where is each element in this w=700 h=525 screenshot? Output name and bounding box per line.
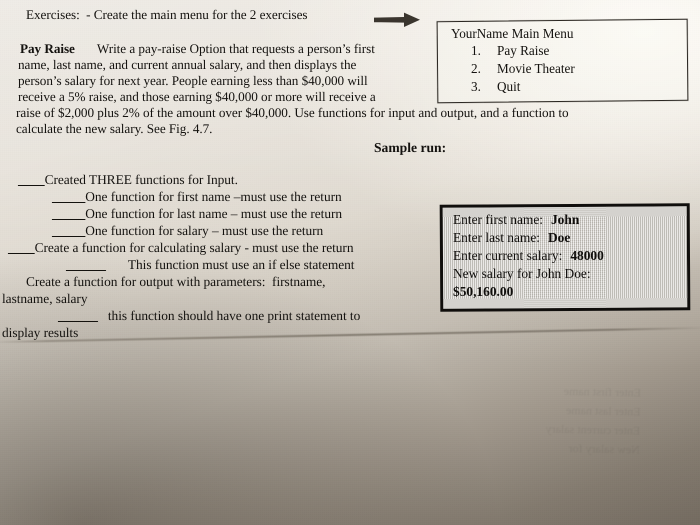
main-menu-label-2: Movie Theater: [497, 61, 575, 76]
pay-raise-line-1: name, last name, and current annual sala…: [18, 57, 357, 72]
main-menu-number-2: 2.: [471, 61, 481, 76]
sample-line-last-name: Enter last name: Doe: [453, 230, 570, 246]
checklist-item-4: ____Create a function for calculating sa…: [8, 240, 354, 256]
checklist-blank-1: _____: [52, 189, 86, 204]
main-menu-item-movie-theater: 2. Movie Theater: [471, 61, 575, 77]
sample-value-current-salary: 48000: [570, 248, 604, 263]
checklist-blank-2: _____: [52, 206, 86, 221]
checklist-item-0: ____Created THREE functions for Input.: [18, 172, 238, 188]
main-menu-title: YourName Main Menu: [451, 26, 574, 41]
pay-raise-heading-line: Pay Raise Write a pay-raise Option that r…: [20, 41, 375, 57]
checklist-text-2: One function for last name – must use th…: [85, 206, 343, 221]
main-menu-label-1: Pay Raise: [497, 43, 550, 58]
checklist-item-8: ______ this function should have one prin…: [58, 308, 360, 324]
page-content: Exercises: - Create the main menu for th…: [0, 0, 700, 525]
checklist-text-1: One function for first name –must use th…: [85, 189, 342, 204]
checklist-text-8: this function should have one print stat…: [107, 308, 361, 323]
checklist-item-2: _____One function for last name – must u…: [52, 206, 342, 222]
checklist-item-1: _____One function for first name –must u…: [52, 189, 342, 205]
pay-raise-line-2: person’s salary for next year. People ea…: [18, 73, 368, 88]
checklist-item-9: display results: [2, 325, 79, 340]
checklist-item-3: _____One function for salary – must use …: [52, 223, 323, 239]
sample-line-new-salary-label: New salary for John Doe:: [453, 266, 591, 281]
checklist-text-0: Created THREE functions for Input.: [44, 172, 238, 187]
main-menu-box: YourName Main Menu 1. Pay Raise 2. Movie T…: [436, 18, 689, 104]
sample-value-first-name: John: [550, 212, 580, 227]
sample-label-current-salary: Enter current salary:: [453, 248, 563, 263]
pay-raise-line-4: raise of $2,000 plus 2% of the amount ov…: [16, 105, 569, 120]
exercises-line: Exercises: - Create the main menu for th…: [26, 7, 308, 22]
scanned-page: Enter first name Enter last name Enter c…: [0, 0, 700, 525]
checklist-item-5: ______ This function must use an if else …: [66, 257, 354, 273]
main-menu-number-3: 3.: [471, 79, 481, 94]
checklist-blank-0: ____: [18, 172, 45, 187]
pay-raise-line-0: Write a pay-raise Option that requests a…: [96, 41, 375, 56]
checklist-item-6: Create a function for output with parame…: [26, 274, 326, 289]
main-menu-number-1: 1.: [471, 43, 481, 58]
sample-label-last-name: Enter last name:: [453, 230, 541, 245]
sample-line-first-name: Enter first name: John: [453, 212, 579, 228]
main-menu-item-pay-raise: 1. Pay Raise: [471, 43, 549, 59]
sample-value-new-salary: $50,160.00: [453, 284, 514, 299]
sample-run-box: Enter first name: John Enter last name: Do…: [439, 203, 691, 312]
pay-raise-heading: Pay Raise: [20, 41, 75, 56]
checklist-text-3: One function for salary – must use the r…: [85, 223, 324, 238]
sample-run-box-inner: Enter first name: John Enter last name: Do…: [443, 207, 687, 308]
checklist-blank-4: ____: [8, 240, 35, 255]
checklist-blank-5: ______: [66, 257, 106, 272]
checklist-blank-8: ______: [58, 308, 98, 323]
sample-run-label: Sample run:: [374, 140, 447, 155]
checklist-text-5: This function must use an if else statem…: [127, 257, 355, 272]
sample-value-last-name: Doe: [548, 230, 571, 245]
sample-line-current-salary: Enter current salary: 48000: [453, 248, 604, 264]
pay-raise-line-5: calculate the new salary. See Fig. 4.7.: [16, 121, 213, 136]
main-menu-label-3: Quit: [497, 79, 521, 94]
checklist-blank-3: _____: [52, 223, 86, 238]
checklist-text-4: Create a function for calculating salary…: [34, 240, 354, 255]
pay-raise-line-3: receive a 5% raise, and those earning $4…: [18, 89, 376, 104]
main-menu-item-quit: 3. Quit: [471, 79, 520, 95]
main-menu-box-inner: YourName Main Menu 1. Pay Raise 2. Movie T…: [438, 21, 687, 101]
sample-label-first-name: Enter first name:: [453, 212, 543, 227]
checklist-item-7: lastname, salary: [2, 291, 88, 306]
right-arrow-icon: [374, 12, 420, 27]
